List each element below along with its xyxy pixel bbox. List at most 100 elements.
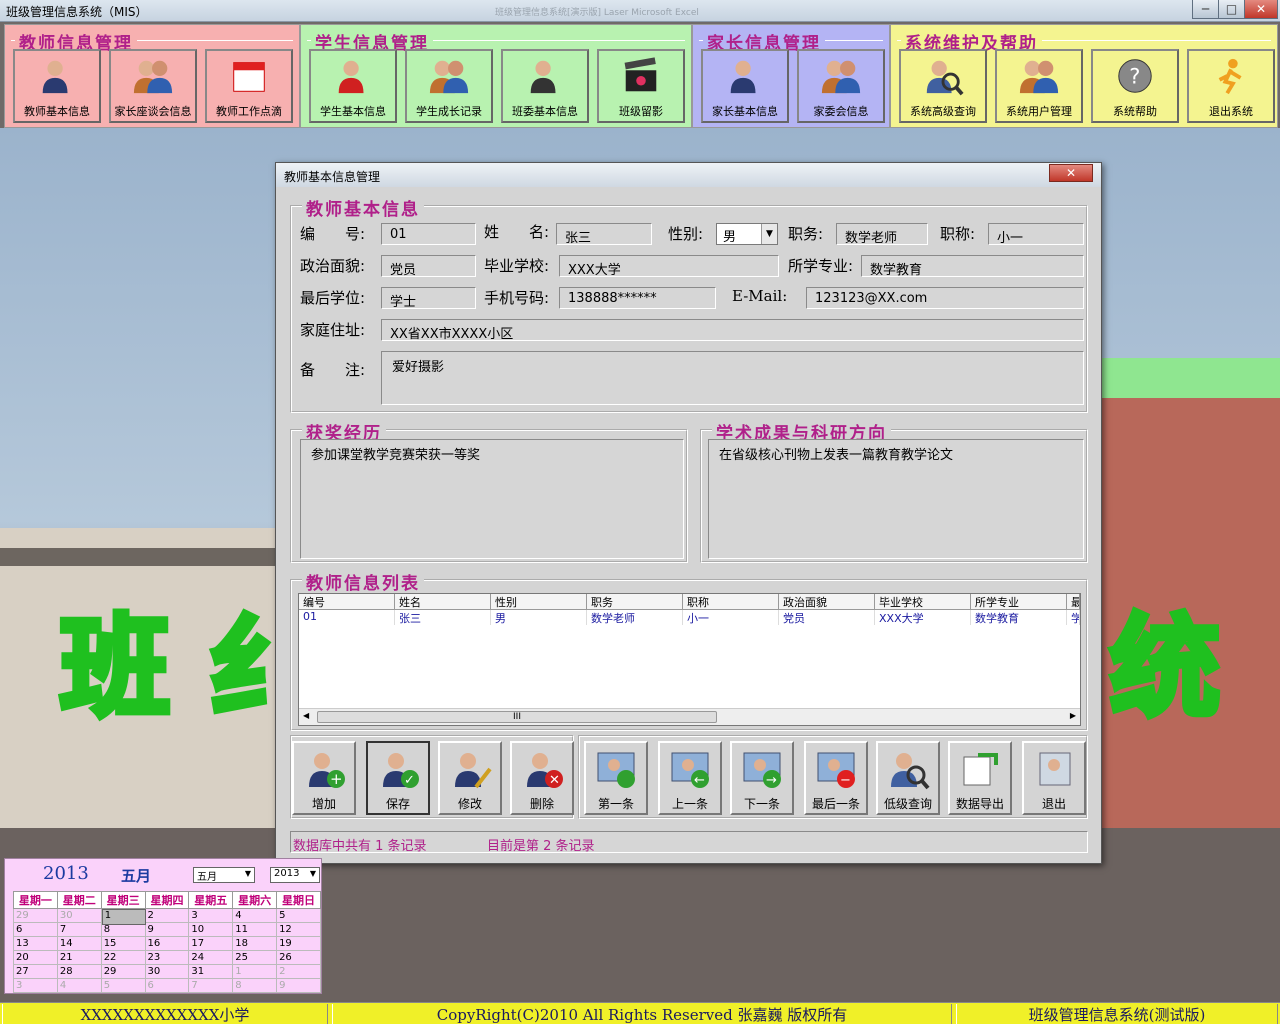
calendar-day[interactable]: 8 [232, 978, 278, 993]
column-header[interactable]: 所学专业 [971, 594, 1067, 610]
calendar-day[interactable]: 2 [144, 908, 190, 923]
calendar-day[interactable]: 29 [13, 908, 58, 923]
calendar-day[interactable]: 23 [144, 950, 190, 965]
calendar-day[interactable]: 6 [144, 978, 190, 993]
column-header[interactable]: 毕业学校 [875, 594, 971, 610]
calendar-day[interactable]: 11 [232, 922, 278, 937]
toolbar-button-clapperboard[interactable]: 班级留影 [597, 49, 685, 123]
toolbar-button-calendar[interactable]: 教师工作点滴 [205, 49, 293, 123]
calendar-day[interactable]: 3 [188, 908, 234, 923]
table-row[interactable]: 01张三男数学老师小一党员XXX大学数学教育学 [299, 610, 1080, 625]
column-header[interactable]: 性别 [491, 594, 587, 610]
calendar-day[interactable]: 18 [232, 936, 278, 951]
close-button[interactable]: ✕ [1244, 0, 1278, 19]
calendar-day[interactable]: 26 [276, 950, 321, 965]
gender-select[interactable]: 男 ▼ [716, 223, 778, 245]
research-textarea[interactable]: 在省级核心刊物上发表一篇教育教学论文 [708, 439, 1084, 559]
toolbar-button-class-committee[interactable]: 班委基本信息 [501, 49, 589, 123]
calendar-day[interactable]: 6 [13, 922, 58, 937]
toolbar-button-exit-system[interactable]: 退出系统 [1187, 49, 1275, 123]
horizontal-scrollbar[interactable]: ◀ III ▶ [299, 708, 1080, 725]
id-field[interactable]: 01 [381, 223, 476, 245]
calendar-day[interactable]: 20 [13, 950, 58, 965]
export-button[interactable]: 数据导出 [948, 741, 1012, 815]
calendar-day[interactable]: 28 [56, 964, 102, 979]
column-header[interactable]: 姓名 [395, 594, 491, 610]
calendar-day[interactable]: 13 [13, 936, 58, 951]
year-chevron-down-icon[interactable]: ▼ [310, 869, 316, 878]
awards-textarea[interactable]: 参加课堂教学竞赛荣获一等奖 [300, 439, 684, 559]
calendar-day[interactable]: 21 [56, 950, 102, 965]
scroll-left-icon[interactable]: ◀ [303, 711, 309, 720]
calendar-day[interactable]: 22 [100, 950, 146, 965]
column-header[interactable]: 编号 [299, 594, 395, 610]
calendar-day[interactable]: 27 [13, 964, 58, 979]
column-header[interactable]: 职称 [683, 594, 779, 610]
major-field[interactable]: 数学教育 [861, 255, 1084, 277]
month-select[interactable]: 五月 ▼ [193, 867, 255, 883]
calendar-day[interactable]: 24 [188, 950, 234, 965]
calendar-day[interactable]: 5 [276, 908, 321, 923]
chevron-down-icon[interactable]: ▼ [761, 224, 777, 244]
maximize-button[interactable]: □ [1218, 0, 1245, 19]
toolbar-button-help[interactable]: ? 系统帮助 [1091, 49, 1179, 123]
calendar-day[interactable]: 9 [144, 922, 190, 937]
column-header[interactable]: 职务 [587, 594, 683, 610]
calendar-day[interactable]: 19 [276, 936, 321, 951]
note-textarea[interactable]: 爱好摄影 [381, 351, 1084, 405]
toolbar-button-growth-record[interactable]: 学生成长记录 [405, 49, 493, 123]
calendar-day[interactable]: 25 [232, 950, 278, 965]
calendar-day[interactable]: 30 [56, 908, 102, 923]
year-select[interactable]: 2013 ▼ [270, 867, 320, 883]
toolbar-button-parents-meeting[interactable]: 家长座谈会信息 [109, 49, 197, 123]
name-field[interactable]: 张三 [556, 223, 652, 245]
calendar-day[interactable]: 4 [56, 978, 102, 993]
politics-field[interactable]: 党员 [381, 255, 476, 277]
toolbar-button-user-management[interactable]: 系统用户管理 [995, 49, 1083, 123]
position-field[interactable]: 数学老师 [836, 223, 928, 245]
scroll-right-icon[interactable]: ▶ [1070, 711, 1076, 720]
teacher-table[interactable]: 编号姓名性别职务职称政治面貌毕业学校所学专业最 01张三男数学老师小一党员XXX… [298, 593, 1081, 726]
calendar-day[interactable]: 2 [276, 964, 321, 979]
phone-field[interactable]: 138888****** [559, 287, 716, 309]
calendar-day[interactable]: 30 [144, 964, 190, 979]
toolbar-button-parent[interactable]: 家长基本信息 [701, 49, 789, 123]
month-chevron-down-icon[interactable]: ▼ [245, 869, 251, 878]
rank-field[interactable]: 小一 [988, 223, 1084, 245]
first-record-button[interactable]: 第一条 [584, 741, 648, 815]
calendar-day[interactable]: 4 [232, 908, 278, 923]
calendar-day[interactable]: 31 [188, 964, 234, 979]
scrollbar-thumb[interactable]: III [317, 711, 717, 723]
calendar-day[interactable]: 1 [232, 964, 278, 979]
previous-record-button[interactable]: ← 上一条 [658, 741, 722, 815]
delete-user-button[interactable]: ✕ 删除 [510, 741, 574, 815]
calendar-day[interactable]: 7 [56, 922, 102, 937]
email-field[interactable]: 123123@XX.com [806, 287, 1084, 309]
basic-search-button[interactable]: 低级查询 [876, 741, 940, 815]
calendar-day[interactable]: 7 [188, 978, 234, 993]
calendar-day[interactable]: 16 [144, 936, 190, 951]
calendar-day[interactable]: 17 [188, 936, 234, 951]
minimize-button[interactable]: ─ [1192, 0, 1219, 19]
add-user-button[interactable]: + 增加 [292, 741, 356, 815]
toolbar-button-teacher[interactable]: 教师基本信息 [13, 49, 101, 123]
toolbar-button-parent-committee[interactable]: 家委会信息 [797, 49, 885, 123]
toolbar-button-advanced-search[interactable]: 系统高级查询 [899, 49, 987, 123]
calendar-day[interactable]: 3 [13, 978, 58, 993]
last-record-button[interactable]: − 最后一条 [804, 741, 868, 815]
calendar-day[interactable]: 9 [276, 978, 321, 993]
calendar-day[interactable]: 5 [100, 978, 146, 993]
column-header[interactable]: 最 [1067, 594, 1080, 610]
exit-button[interactable]: 退出 [1022, 741, 1086, 815]
dialog-close-button[interactable]: ✕ [1049, 164, 1093, 182]
column-header[interactable]: 政治面貌 [779, 594, 875, 610]
calendar-day[interactable]: 15 [100, 936, 146, 951]
calendar-day[interactable]: 29 [100, 964, 146, 979]
degree-field[interactable]: 学士 [381, 287, 476, 309]
calendar-day[interactable]: 12 [276, 922, 321, 937]
next-record-button[interactable]: → 下一条 [730, 741, 794, 815]
school-field[interactable]: XXX大学 [559, 255, 779, 277]
address-field[interactable]: XX省XX市XXXX小区 [381, 319, 1084, 341]
save-user-button[interactable]: ✓ 保存 [366, 741, 430, 815]
toolbar-button-student[interactable]: 学生基本信息 [309, 49, 397, 123]
